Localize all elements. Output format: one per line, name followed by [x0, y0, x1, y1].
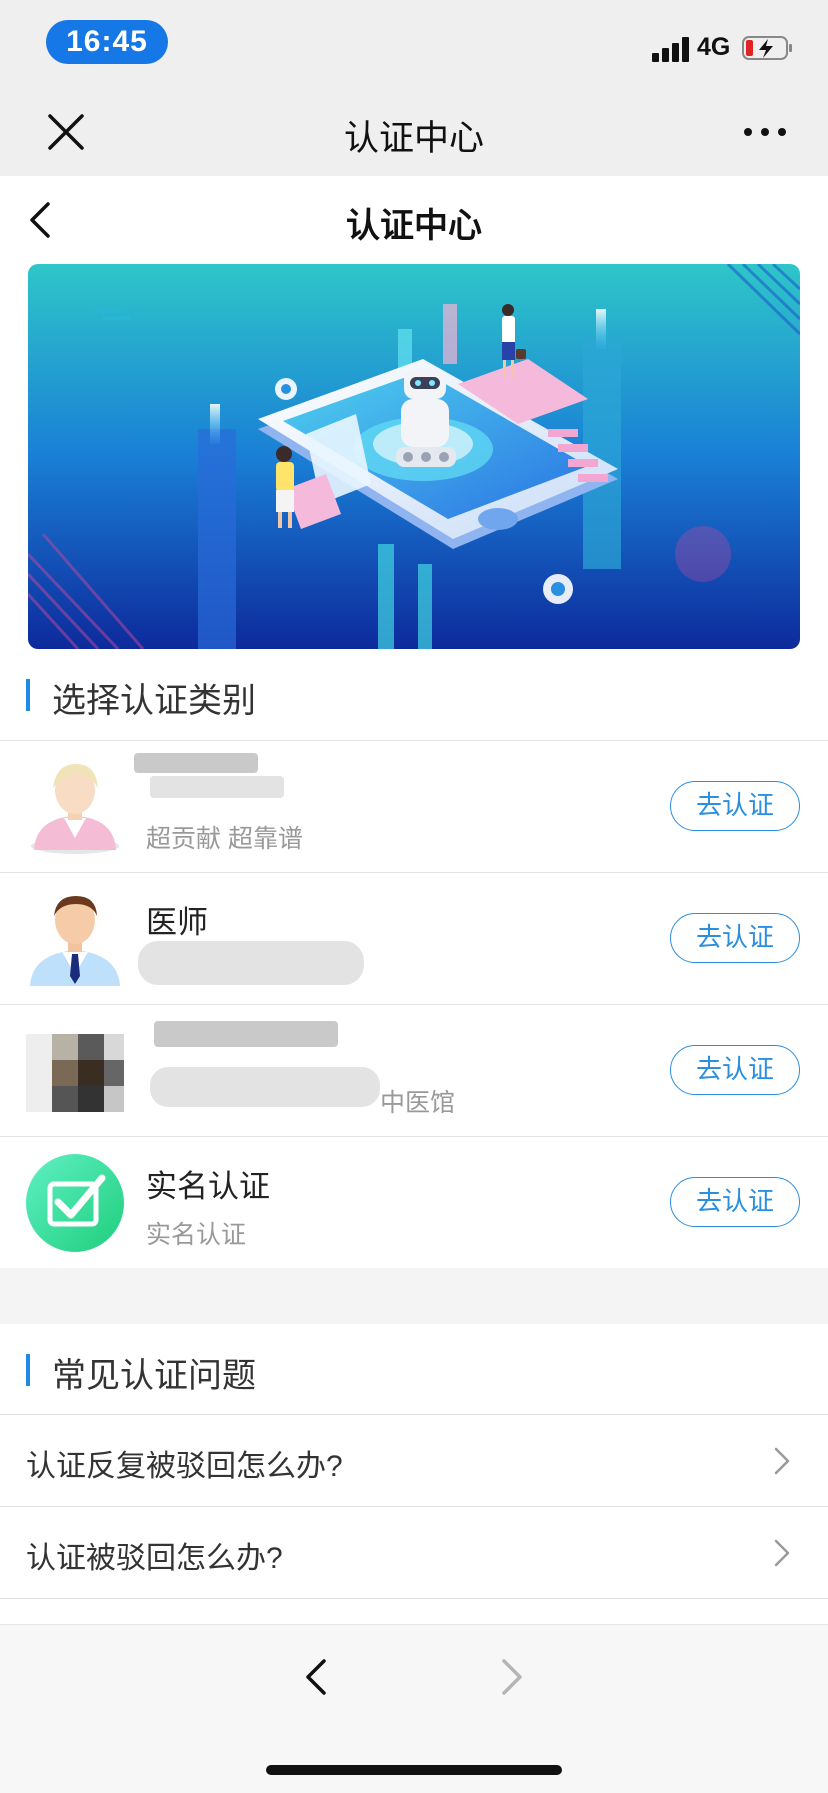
wechat-nav-title: 认证中心: [343, 119, 484, 158]
network-type: 4G: [697, 33, 731, 61]
page-title: 认证中心: [346, 207, 482, 245]
cert-item-subtitle: 超贡献 超靠谱: [146, 825, 303, 853]
signal-bars-icon: [652, 37, 689, 62]
cert-item[interactable]: 医师 去认证: [0, 873, 828, 1004]
redacted-title: [154, 1021, 338, 1047]
chevron-left-icon[interactable]: [300, 1655, 330, 1699]
chevron-right-icon: [774, 1539, 790, 1567]
section-accent-bar: [26, 679, 30, 711]
redacted-subtitle: [150, 1067, 380, 1107]
doctor-avatar-icon: [30, 896, 120, 986]
faq-question: 认证被驳回怎么办?: [26, 1542, 283, 1575]
banner-illustration: [28, 264, 800, 649]
cert-item-title: 医师: [146, 905, 208, 940]
female-avatar-icon: [31, 764, 119, 854]
faq-item[interactable]: 认证反复被驳回怎么办?: [0, 1415, 828, 1506]
checkbox-icon: [26, 1154, 124, 1252]
go-certify-button[interactable]: 去认证: [670, 781, 800, 831]
cert-item-title: 实名认证: [146, 1169, 270, 1204]
cert-section-title: 选择认证类别: [52, 682, 256, 720]
home-indicator[interactable]: [266, 1765, 562, 1775]
wechat-nav-bar: 认证中心: [0, 88, 828, 176]
cert-section-header: 选择认证类别: [0, 649, 828, 741]
chevron-right-icon: [774, 1447, 790, 1475]
status-time: 16:45: [46, 20, 168, 64]
redacted-title: [150, 776, 284, 798]
cert-item[interactable]: 实名认证 实名认证 去认证: [0, 1137, 828, 1268]
faq-section-title: 常见认证问题: [52, 1357, 256, 1395]
redacted-title: [134, 753, 258, 773]
battery-charging-icon: [742, 36, 792, 60]
bottom-nav-bar: [0, 1624, 828, 1793]
cert-item[interactable]: 中医馆 去认证: [0, 1005, 828, 1136]
divider: [0, 1598, 828, 1599]
cert-item-subtitle: 实名认证: [146, 1221, 247, 1249]
cert-item-subtitle: 中医馆: [380, 1089, 456, 1117]
status-bar: 16:45 4G: [0, 0, 828, 88]
faq-question: 认证反复被驳回怎么办?: [26, 1450, 343, 1483]
go-certify-button[interactable]: 去认证: [670, 1045, 800, 1095]
more-dots-icon[interactable]: [740, 114, 790, 150]
banner-image: [28, 264, 800, 649]
clinic-avatar-icon: [26, 1034, 124, 1112]
redacted-subtitle: [138, 941, 364, 985]
section-accent-bar: [26, 1354, 30, 1386]
faq-item[interactable]: 认证被驳回怎么办?: [0, 1507, 828, 1598]
go-certify-button[interactable]: 去认证: [670, 913, 800, 963]
chevron-right-icon[interactable]: [498, 1655, 528, 1699]
section-spacer: [0, 1268, 828, 1324]
page-header: 认证中心: [0, 176, 828, 264]
go-certify-button[interactable]: 去认证: [670, 1177, 800, 1227]
faq-section-header: 常见认证问题: [0, 1324, 828, 1416]
cert-item[interactable]: 超贡献 超靠谱 去认证: [0, 741, 828, 872]
